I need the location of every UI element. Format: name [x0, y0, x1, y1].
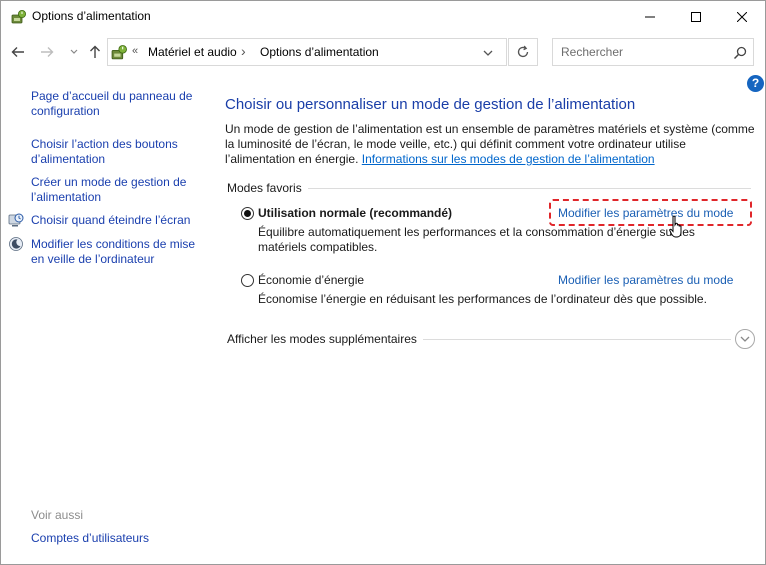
minimize-button[interactable]	[627, 1, 673, 32]
navigation-bar: « Matériel et audio › Options d’alimenta…	[1, 35, 765, 69]
plan-description-power-saver: Économise l’énergie en réduisant les per…	[258, 292, 707, 306]
breadcrumb-options-alimentation[interactable]: Options d’alimentation	[260, 45, 379, 59]
plan-description-balanced: Équilibre automatiquement les performanc…	[258, 225, 695, 254]
expand-additional-plans-button[interactable]	[735, 329, 755, 349]
power-options-icon	[111, 44, 128, 61]
link-user-accounts[interactable]: Comptes d’utilisateurs	[31, 531, 149, 546]
title-bar: Options d’alimentation	[1, 1, 765, 32]
plan-name-power-saver[interactable]: Économie d’énergie	[258, 273, 364, 287]
power-plans-info-link[interactable]: Informations sur les modes de gestion de…	[362, 152, 655, 166]
show-additional-plans-label[interactable]: Afficher les modes supplémentaires	[227, 332, 423, 346]
plan-name-balanced[interactable]: Utilisation normale (recommandé)	[258, 206, 452, 220]
link-change-sleep-settings[interactable]: Modifier les conditions de mise en veill…	[31, 237, 211, 267]
section-divider	[307, 188, 751, 189]
link-power-button-action[interactable]: Choisir l’action des boutons d’alimentat…	[31, 137, 206, 167]
search-box[interactable]	[552, 38, 754, 66]
display-clock-icon	[8, 212, 24, 228]
up-button[interactable]	[86, 43, 104, 61]
page-description: Un mode de gestion de l’alimentation est…	[225, 122, 755, 167]
change-plan-settings-link-power-saver[interactable]: Modifier les paramètres du mode	[558, 273, 733, 287]
arrow-up-icon	[90, 45, 100, 58]
radio-power-saver-plan[interactable]	[241, 274, 254, 287]
link-control-panel-home[interactable]: Page d’accueil du panneau de configurati…	[31, 89, 206, 119]
minimize-icon	[645, 16, 655, 17]
moon-sleep-icon	[8, 236, 24, 252]
maximize-icon	[691, 11, 701, 22]
highlight-annotation	[549, 199, 752, 226]
search-icon[interactable]	[733, 46, 747, 60]
address-bar[interactable]: « Matériel et audio › Options d’alimenta…	[107, 38, 507, 66]
maximize-button[interactable]	[673, 1, 719, 32]
refresh-icon	[517, 45, 529, 58]
breadcrumb-separator[interactable]: ›	[241, 43, 246, 59]
search-input[interactable]	[561, 45, 721, 59]
back-button[interactable]	[9, 43, 27, 61]
favorite-plans-label: Modes favoris	[227, 181, 308, 195]
arrow-right-icon	[41, 47, 54, 57]
close-button[interactable]	[719, 1, 765, 32]
hand-cursor-icon	[669, 215, 685, 239]
chevron-down-icon	[483, 50, 493, 56]
link-turn-off-display[interactable]: Choisir quand éteindre l’écran	[31, 213, 206, 228]
help-button[interactable]: ?	[747, 75, 764, 92]
power-options-icon	[11, 9, 27, 25]
address-dropdown-button[interactable]	[481, 46, 495, 60]
close-icon	[737, 11, 747, 22]
more-plans-divider	[423, 339, 731, 340]
window-title: Options d’alimentation	[32, 9, 151, 23]
refresh-button[interactable]	[508, 38, 538, 66]
arrow-left-icon	[11, 47, 24, 57]
breadcrumb-overflow[interactable]: «	[132, 45, 138, 57]
chevron-down-icon	[70, 49, 78, 54]
recent-locations-button[interactable]	[65, 43, 83, 61]
forward-button[interactable]	[38, 43, 56, 61]
chevron-down-icon	[740, 336, 750, 342]
page-title: Choisir ou personnaliser un mode de gest…	[225, 96, 636, 113]
breadcrumb-materiel-et-audio[interactable]: Matériel et audio	[148, 45, 237, 59]
power-options-window: Options d’alimentation « Matériel et aud…	[0, 0, 766, 565]
radio-balanced-plan[interactable]	[241, 207, 254, 220]
link-create-power-plan[interactable]: Créer un mode de gestion de l’alimentati…	[31, 175, 206, 205]
see-also-label: Voir aussi	[31, 508, 84, 522]
